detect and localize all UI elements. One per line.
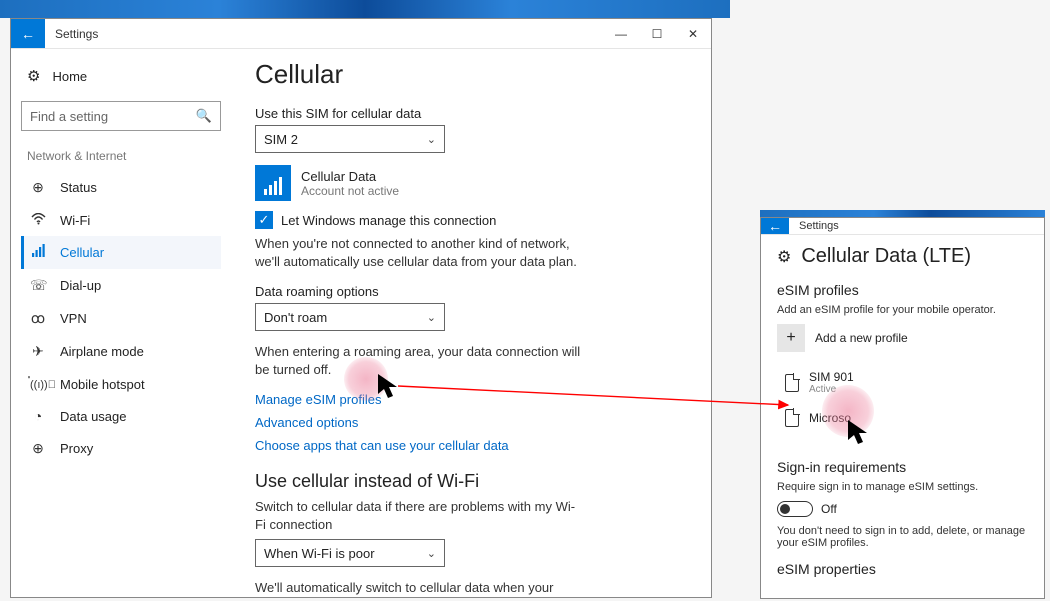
window-title: Settings [45, 27, 98, 41]
wifi-fallback-value: When Wi-Fi is poor [264, 546, 375, 561]
sidebar-item-label: Proxy [60, 441, 93, 456]
vpn-icon: ꝏ [30, 310, 46, 327]
chevron-down-icon: ⌄ [427, 311, 436, 324]
help-text: You don't need to sign in to add, delete… [777, 525, 1028, 549]
section-heading: Use cellular instead of Wi-Fi [255, 471, 687, 492]
sidebar-item-label: VPN [60, 311, 87, 326]
esim-settings-window: ← Settings ⚙ Cellular Data (LTE) eSIM pr… [760, 217, 1045, 599]
cellular-icon [30, 244, 46, 261]
toggle-label: Off [821, 502, 837, 516]
sim-icon [785, 409, 799, 427]
sidebar-item-datausage[interactable]: ◔ Data usage [21, 400, 221, 432]
back-button[interactable]: ← [11, 19, 45, 48]
page-heading: Cellular [255, 59, 687, 90]
gear-icon: ⚙ [27, 67, 40, 85]
roaming-select-label: Data roaming options [255, 284, 687, 299]
desktop-wallpaper-strip [0, 0, 730, 18]
help-text: When entering a roaming area, your data … [255, 343, 585, 378]
page-heading: ⚙ Cellular Data (LTE) [777, 245, 1028, 268]
esim-profile-name: SIM 901 [809, 370, 854, 384]
dialup-icon: ☏ [30, 277, 46, 294]
sidebar-item-hotspot[interactable]: 〬((ı))〬 Mobile hotspot [21, 368, 221, 400]
maximize-button[interactable]: ☐ [639, 19, 675, 48]
sidebar-item-label: Home [52, 69, 87, 84]
chevron-down-icon: ⌄ [427, 133, 436, 146]
proxy-icon: ⊕ [30, 440, 46, 457]
cellular-data-status: Account not active [301, 184, 399, 198]
close-button[interactable]: ✕ [675, 19, 711, 48]
wifi-icon [30, 212, 46, 228]
help-text: When you're not connected to another kin… [255, 235, 585, 270]
esim-profile-status: Active [809, 384, 854, 395]
cellular-data-title: Cellular Data [301, 169, 399, 184]
help-text: Require sign in to manage eSIM settings. [777, 481, 1028, 493]
sidebar-item-label: Data usage [60, 409, 127, 424]
help-text: We'll automatically switch to cellular d… [255, 579, 585, 597]
airplane-icon: ✈ [30, 343, 46, 360]
help-text: Add an eSIM profile for your mobile oper… [777, 304, 1028, 316]
roaming-select[interactable]: Don't roam ⌄ [255, 303, 445, 331]
back-button[interactable]: ← [761, 218, 789, 234]
sidebar: ⚙ Home Find a setting 🔍 Network & Intern… [11, 49, 231, 597]
search-placeholder: Find a setting [30, 109, 108, 124]
section-heading: eSIM properties [777, 561, 1028, 577]
search-input[interactable]: Find a setting 🔍 [21, 101, 221, 131]
signal-icon [255, 165, 291, 201]
sidebar-item-label: Wi-Fi [60, 213, 90, 228]
content-pane: Cellular Use this SIM for cellular data … [231, 49, 711, 597]
sidebar-item-dialup[interactable]: ☏ Dial-up [21, 269, 221, 302]
checkbox-checked-icon: ✓ [255, 211, 273, 229]
sidebar-item-label: Dial-up [60, 278, 101, 293]
signin-toggle[interactable] [777, 501, 813, 517]
sidebar-item-cellular[interactable]: Cellular [21, 236, 221, 269]
link-advanced-options[interactable]: Advanced options [255, 415, 687, 430]
esim-profile-name: Microso [809, 411, 851, 425]
link-manage-esim[interactable]: Manage eSIM profiles [255, 392, 687, 407]
link-choose-apps[interactable]: Choose apps that can use your cellular d… [255, 438, 687, 453]
checkbox-label: Let Windows manage this connection [281, 213, 496, 228]
content-pane: ⚙ Cellular Data (LTE) eSIM profiles Add … [761, 235, 1044, 599]
sim-select[interactable]: SIM 2 ⌄ [255, 125, 445, 153]
plus-icon: + [777, 324, 805, 352]
esim-profile-row[interactable]: Microso [777, 405, 1028, 437]
esim-profile-row[interactable]: SIM 901 Active [777, 366, 1028, 405]
sim-select-label: Use this SIM for cellular data [255, 106, 687, 121]
add-profile-button[interactable]: + Add a new profile [777, 324, 1028, 352]
titlebar: ← Settings — ☐ ✕ [11, 19, 711, 49]
sidebar-item-airplane[interactable]: ✈ Airplane mode [21, 335, 221, 368]
hotspot-icon: 〬((ı))〬 [30, 376, 46, 392]
sidebar-item-label: Airplane mode [60, 344, 144, 359]
sidebar-item-vpn[interactable]: ꝏ VPN [21, 302, 221, 335]
sim-icon [785, 374, 799, 392]
settings-window: ← Settings — ☐ ✕ ⚙ Home Find a setting 🔍… [10, 18, 712, 598]
sidebar-item-label: Cellular [60, 245, 104, 260]
roaming-select-value: Don't roam [264, 310, 327, 325]
section-heading: eSIM profiles [777, 282, 1028, 298]
cellular-data-tile[interactable]: Cellular Data Account not active [255, 165, 687, 201]
datausage-icon: ◔ [30, 408, 46, 424]
wifi-fallback-select[interactable]: When Wi-Fi is poor ⌄ [255, 539, 445, 567]
add-profile-label: Add a new profile [815, 331, 908, 345]
sidebar-item-wifi[interactable]: Wi-Fi [21, 204, 221, 236]
sidebar-item-label: Mobile hotspot [60, 377, 145, 392]
window-title: Settings [789, 220, 839, 232]
sim-select-value: SIM 2 [264, 132, 298, 147]
sidebar-item-label: Status [60, 180, 97, 195]
minimize-button[interactable]: — [603, 19, 639, 48]
titlebar: ← Settings [761, 218, 1044, 235]
gear-icon: ⚙ [777, 247, 791, 267]
sidebar-section-label: Network & Internet [21, 145, 221, 171]
section-heading: Sign-in requirements [777, 459, 1028, 475]
sidebar-item-proxy[interactable]: ⊕ Proxy [21, 432, 221, 465]
field-label: Switch to cellular data if there are pro… [255, 498, 585, 533]
status-icon: ⊕ [30, 179, 46, 196]
chevron-down-icon: ⌄ [427, 547, 436, 560]
sidebar-item-status[interactable]: ⊕ Status [21, 171, 221, 204]
sidebar-item-home[interactable]: ⚙ Home [21, 59, 221, 93]
search-icon: 🔍 [196, 108, 212, 124]
manage-connection-checkbox[interactable]: ✓ Let Windows manage this connection [255, 211, 687, 229]
